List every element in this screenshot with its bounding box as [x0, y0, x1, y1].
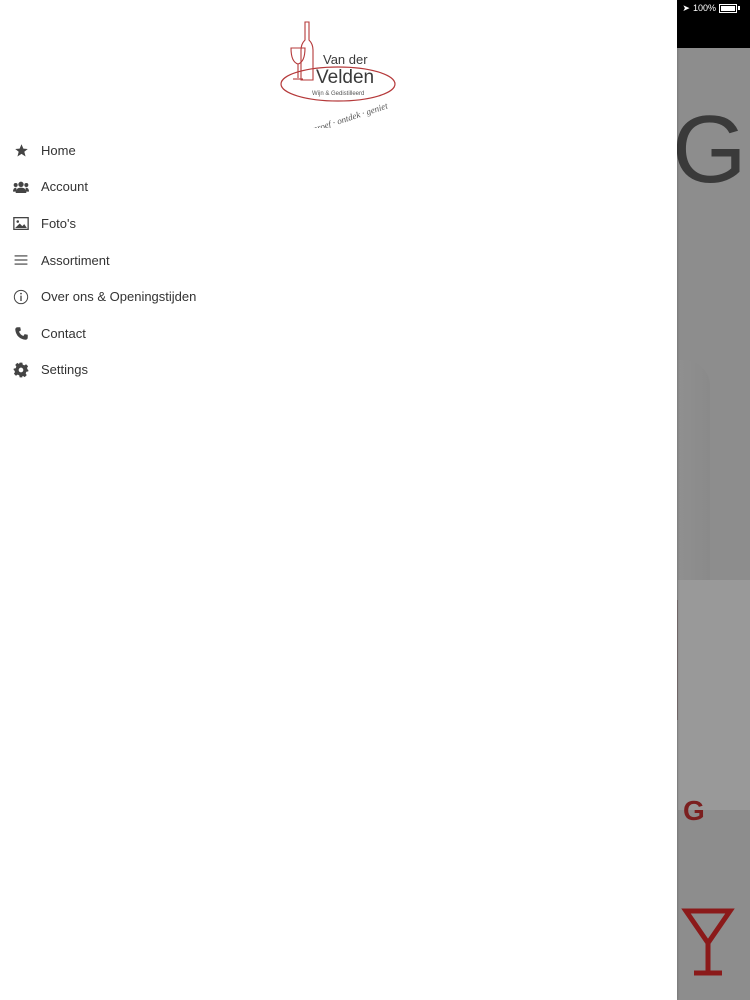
info-icon — [12, 288, 30, 306]
phone-icon — [12, 324, 30, 342]
menu-item-label: Over ons & Openingstijden — [41, 289, 197, 305]
logo-slogan: proef · ontdek · geniet — [310, 100, 389, 128]
background-heading-letter: G — [672, 96, 747, 203]
background-photo-band — [678, 580, 750, 810]
menu-item-home[interactable]: Home — [0, 132, 677, 169]
star-icon — [12, 141, 30, 159]
battery-icon — [719, 3, 737, 13]
menu-item-contact[interactable]: Contact — [0, 315, 677, 352]
menu-item-label: Foto's — [41, 215, 76, 231]
image-icon — [12, 214, 30, 232]
menu-item-label: Contact — [41, 325, 86, 341]
users-icon — [12, 178, 30, 196]
gear-icon — [12, 361, 30, 379]
logo-line1: Van der — [323, 52, 368, 67]
navigation-drawer: Van der Velden Wijn & Gedistilleerd proe… — [0, 0, 677, 1000]
menu-item-label: Assortiment — [41, 252, 110, 268]
menu-item-label: Settings — [41, 362, 88, 378]
location-arrow-icon: ➤ — [682, 2, 690, 13]
logo: Van der Velden Wijn & Gedistilleerd proe… — [280, 21, 396, 128]
side-menu: Home Account Foto's Assortiment Over ons… — [0, 132, 677, 388]
menu-item-account[interactable]: Account — [0, 169, 677, 206]
menu-item-over-ons[interactable]: Over ons & Openingstijden — [0, 278, 677, 315]
menu-item-settings[interactable]: Settings — [0, 352, 677, 389]
list-icon — [12, 251, 30, 269]
menu-item-label: Home — [41, 142, 76, 158]
logo-tagline: Wijn & Gedistilleerd — [312, 91, 364, 97]
menu-item-assortiment[interactable]: Assortiment — [0, 242, 677, 279]
logo-line2: Velden — [316, 67, 374, 88]
menu-item-fotos[interactable]: Foto's — [0, 205, 677, 242]
menu-item-label: Account — [41, 179, 88, 195]
background-red-letter: G — [683, 795, 705, 826]
cocktail-glass-icon — [681, 908, 735, 976]
battery-percent: 100% — [692, 3, 716, 13]
status-indicators: ➤ 100% — [682, 2, 740, 14]
